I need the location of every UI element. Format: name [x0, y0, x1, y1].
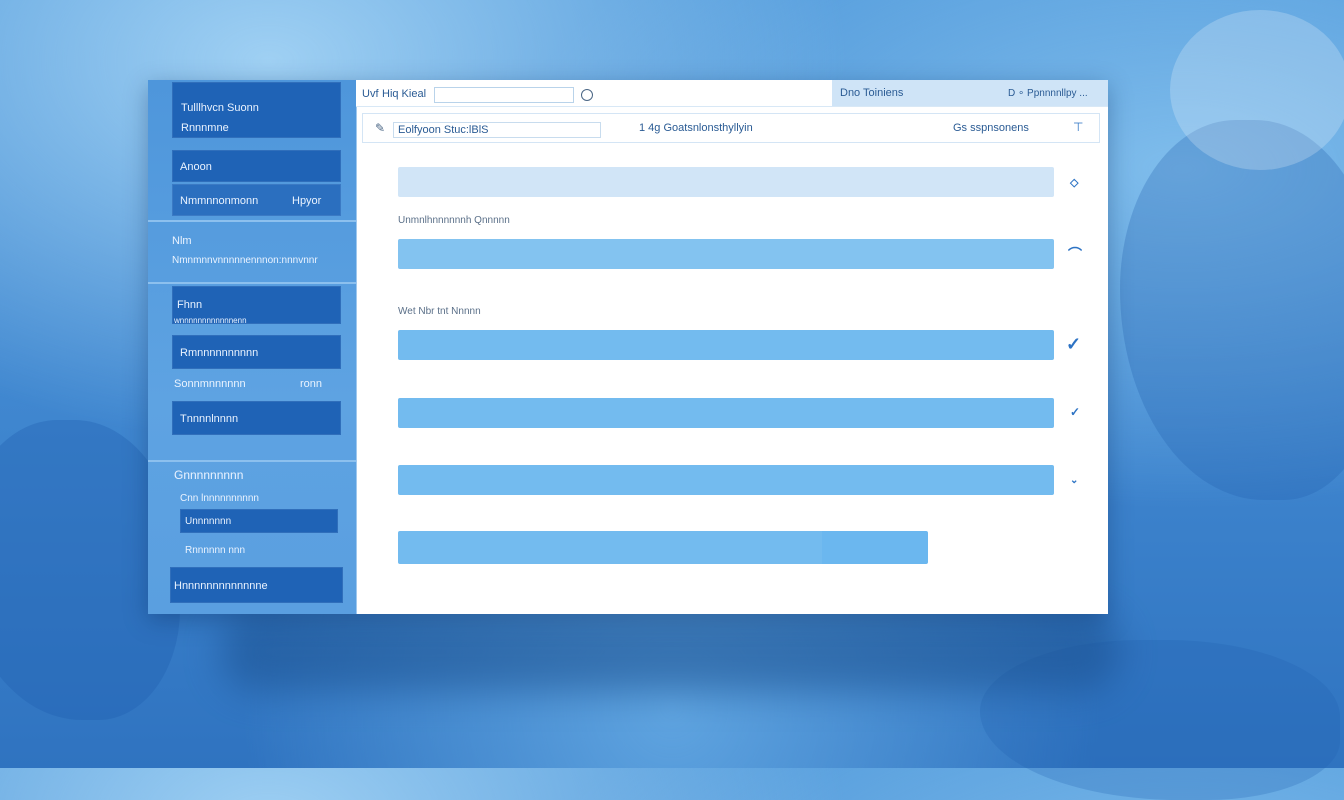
title-bar-right: Dno Toiniens D ∘ Ppnnnnllpy ...: [832, 80, 1108, 106]
sidebar-divider: [148, 220, 356, 222]
sidebar-item-7-label: Unnnnnnn: [185, 516, 232, 527]
sidebar-item-2-label: Nmmnnonmonn: [180, 195, 259, 207]
sidebar-item-1[interactable]: Anoon: [172, 150, 341, 182]
checkmark-icon[interactable]: ✓: [1066, 334, 1081, 355]
sidebar-group-1-subtitle: Nmnmnnvnnnnnennnon:nnnvnnr: [172, 255, 318, 266]
sidebar-item-2[interactable]: Nmmnnonmonn Hpyor: [172, 184, 341, 216]
progress-bar-5[interactable]: [398, 465, 1054, 495]
sidebar-item-4-label: Rmnnnnnnnnnn: [180, 347, 259, 359]
background-shape: [1120, 120, 1344, 500]
progress-bar-4[interactable]: [398, 398, 1054, 428]
progress-fill-3: [398, 330, 1054, 360]
sidebar-item-6-label: Tnnnnlnnnn: [180, 413, 239, 425]
sidebar-group-2-subtitle: Cnn lnnnnnnnnnn: [180, 493, 259, 504]
sidebar-divider: [148, 282, 356, 284]
toolbar-right-text[interactable]: Gs sspnsonens: [953, 122, 1029, 134]
sidebar-item-6[interactable]: Tnnnnlnnnn: [172, 401, 341, 435]
sidebar-item-1-label: Anoon: [180, 161, 212, 173]
app-window: Tulllhvcn Suonn Rnnnmne Anoon Nmmnnonmon…: [148, 80, 1108, 614]
title-bar: Uvf Hiq Kieal Dno Toiniens D ∘ Ppnnnnllp…: [356, 80, 1108, 107]
sidebar-item-4[interactable]: Rmnnnnnnnnnn: [172, 335, 341, 369]
sidebar-item-9[interactable]: Hnnnnnnnnnnnnne: [170, 567, 343, 603]
sidebar-header: Tulllhvcn Suonn Rnnnmne: [172, 82, 341, 138]
search-icon[interactable]: [581, 89, 593, 101]
sidebar-item-8-label[interactable]: Rnnnnnn nnn: [185, 545, 245, 556]
sidebar-group-2-title: Gnnnnnnnnn: [174, 468, 244, 482]
window-subtitle: Dno Toiniens: [840, 87, 904, 99]
section-label-1: Unmnlhnnnnnnh Qnnnnn: [398, 215, 510, 226]
sidebar-item-5-label[interactable]: Sonnmnnnnnn: [174, 378, 246, 390]
progress-bar-6[interactable]: [398, 531, 928, 564]
toolbar: ✎ Eolfyoon Stuc:lBlS 1 4g Goatsnlonsthyl…: [362, 113, 1100, 143]
checkmark-icon[interactable]: ✓: [1070, 405, 1080, 419]
progress-fill-1: [398, 167, 1054, 197]
sidebar-item-2-badge: Hpyor: [292, 195, 322, 207]
filter-icon[interactable]: ⊤: [1073, 120, 1083, 134]
progress-fill-2: [398, 239, 1054, 269]
sidebar-divider: [148, 460, 356, 462]
sidebar-item-3-label: Fhnn: [177, 299, 203, 311]
window-shadow: [220, 612, 1120, 692]
edit-icon[interactable]: ✎: [375, 121, 385, 135]
expand-icon[interactable]: ◇: [1070, 176, 1078, 189]
section-label-2: Wet Nbr tnt Nnnnn: [398, 306, 481, 317]
sidebar-item-7[interactable]: Unnnnnnn: [180, 509, 338, 533]
sidebar-header-subtitle: Rnnnmne: [181, 122, 229, 134]
progress-bar-1[interactable]: [398, 167, 1054, 197]
app-title: Uvf: [362, 88, 379, 100]
background-highlight: [1170, 10, 1344, 170]
search-input[interactable]: [434, 87, 574, 103]
sidebar-item-9-label: Hnnnnnnnnnnnnne: [174, 580, 268, 592]
collapse-icon[interactable]: ⌒: [1068, 244, 1082, 264]
sidebar: Tulllhvcn Suonn Rnnnmne Anoon Nmmnnonmon…: [148, 80, 357, 614]
chevron-down-icon[interactable]: ⌄: [1070, 475, 1078, 486]
sidebar-group-1-title: Nlm: [172, 235, 192, 247]
toolbar-center-text[interactable]: 1 4g Goatsnlonsthyllyin: [639, 122, 753, 134]
toolbar-field[interactable]: Eolfyoon Stuc:lBlS: [393, 122, 601, 138]
sidebar-item-5-badge: ronn: [300, 378, 323, 390]
user-menu[interactable]: D ∘ Ppnnnnllpy ...: [1008, 88, 1088, 99]
progress-bar-3[interactable]: [398, 330, 1054, 360]
toolbar-field-text: Eolfyoon Stuc:lBlS: [398, 124, 489, 136]
progress-fill-6: [398, 531, 822, 564]
sidebar-header-title: Tulllhvcn Suonn: [181, 102, 259, 114]
progress-fill-4: [398, 398, 1054, 428]
window-tag: Hiq Kieal: [382, 88, 427, 100]
progress-bar-2[interactable]: [398, 239, 1054, 269]
sidebar-item-3[interactable]: Fhnn wnnnnnnnnnnnnenn: [172, 286, 341, 325]
progress-fill-5: [398, 465, 1054, 495]
sidebar-item-3-subtitle: wnnnnnnnnnnnnenn: [174, 316, 247, 325]
